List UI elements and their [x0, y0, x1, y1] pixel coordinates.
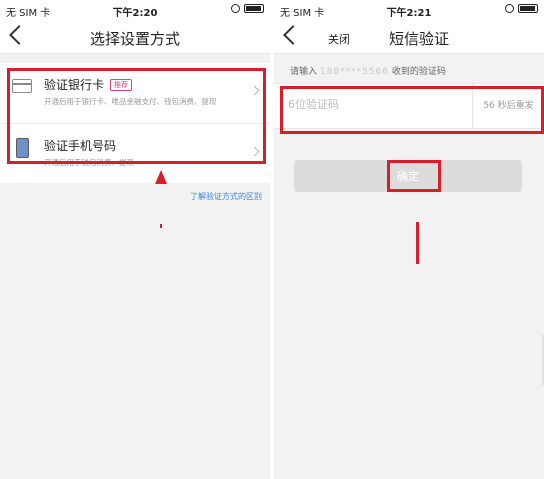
masked-phone: 188****5566 — [319, 67, 389, 77]
nav-bar: 选择设置方式 — [0, 20, 270, 54]
right-screen: 无 SIM 卡 下午2:21 关闭 短信验证 请输入 188****5566 收… — [274, 0, 544, 479]
page-title: 短信验证 — [388, 30, 449, 48]
rotation-lock-icon — [231, 4, 240, 13]
sms-hint: 请输入 188****5566 收到的验证码 — [290, 67, 446, 77]
battery-icon — [518, 4, 538, 13]
status-bar: 无 SIM 卡 下午2:21 — [274, 0, 544, 20]
annotation-box-confirm — [387, 160, 441, 192]
learn-difference-link[interactable]: 了解验证方式的区别 — [0, 183, 270, 202]
nav-bar: 关闭 短信验证 — [274, 20, 544, 54]
status-time: 下午2:20 — [112, 8, 158, 19]
status-bar: 无 SIM 卡 下午2:20 — [0, 0, 270, 20]
annotation-arrow-up — [155, 170, 167, 184]
page-title: 选择设置方式 — [89, 30, 180, 48]
annotation-line — [416, 222, 419, 264]
annotation-box-code-input — [280, 86, 544, 134]
status-time: 下午2:21 — [386, 8, 432, 19]
rotation-lock-icon — [505, 4, 514, 13]
annotation-mark — [160, 224, 162, 228]
battery-icon — [244, 4, 264, 13]
annotation-box-options — [7, 68, 266, 164]
